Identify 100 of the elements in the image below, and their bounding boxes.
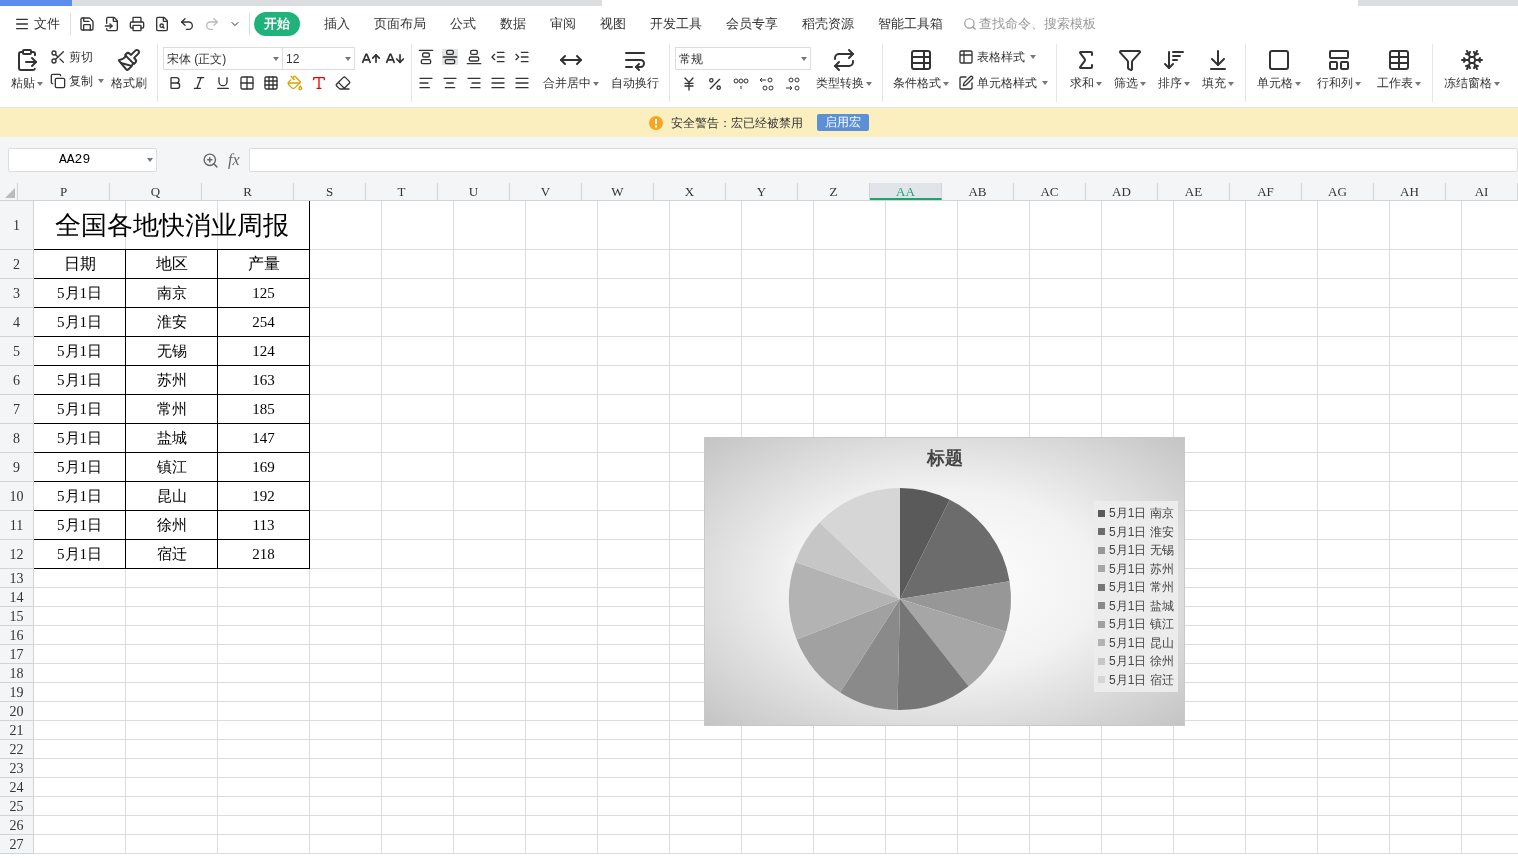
align-center-icon[interactable] xyxy=(442,75,458,91)
percent-icon[interactable] xyxy=(707,76,723,92)
column-header[interactable]: V xyxy=(510,183,582,200)
row-header[interactable]: 25 xyxy=(0,797,34,816)
column-header[interactable]: Q xyxy=(110,183,202,200)
italic-icon[interactable] xyxy=(191,75,207,91)
name-box[interactable]: AA29 xyxy=(8,148,157,172)
ribbon-button[interactable]: 求和 xyxy=(1065,44,1107,92)
column-header[interactable]: AE xyxy=(1158,183,1230,200)
search-field[interactable]: 查找命令、搜索模板 xyxy=(963,14,1109,34)
ribbon-button[interactable]: 排序 xyxy=(1153,44,1195,92)
ribbon-tab[interactable]: 稻壳资源 xyxy=(790,12,866,36)
column-header[interactable]: AC xyxy=(1014,183,1086,200)
row-header[interactable]: 10 xyxy=(0,482,34,511)
font-name-select[interactable]: 宋体 (正文) xyxy=(163,47,283,70)
formula-input[interactable] xyxy=(248,148,1518,172)
justify-icon[interactable] xyxy=(490,75,506,91)
column-header[interactable]: AB xyxy=(942,183,1014,200)
indent-decrease-icon[interactable] xyxy=(490,49,506,65)
print-icon[interactable] xyxy=(129,16,145,32)
ribbon-tab[interactable]: 视图 xyxy=(588,12,638,36)
align-right-icon[interactable] xyxy=(466,75,482,91)
save-icon[interactable] xyxy=(79,16,95,32)
row-header[interactable]: 13 xyxy=(0,569,34,588)
decimal-decrease-icon[interactable] xyxy=(785,76,801,92)
column-header[interactable]: W xyxy=(582,183,654,200)
row-header[interactable]: 19 xyxy=(0,683,34,702)
row-header[interactable]: 20 xyxy=(0,702,34,721)
ribbon-button[interactable]: 筛选 xyxy=(1109,44,1151,92)
row-header[interactable]: 12 xyxy=(0,540,34,569)
ribbon-tab[interactable]: 页面布局 xyxy=(362,12,438,36)
cell-style-button[interactable]: 单元格样式 xyxy=(958,74,1048,92)
ribbon-button[interactable]: 类型转换 xyxy=(811,44,877,92)
number-format-select[interactable]: 常规 xyxy=(675,47,811,70)
ribbon-button[interactable]: 单元格 xyxy=(1252,44,1306,92)
undo-icon[interactable] xyxy=(179,16,195,32)
align-middle-icon[interactable] xyxy=(442,49,458,65)
font-color-icon[interactable] xyxy=(311,75,327,91)
align-bottom-icon[interactable] xyxy=(466,49,482,65)
ribbon-tab[interactable]: 插入 xyxy=(312,12,362,36)
row-header[interactable]: 26 xyxy=(0,816,34,835)
row-header[interactable]: 24 xyxy=(0,778,34,797)
row-header[interactable]: 9 xyxy=(0,453,34,482)
table-style-button[interactable]: 表格样式 xyxy=(958,48,1048,66)
align-top-icon[interactable] xyxy=(418,49,434,65)
pie-chart[interactable]: 标题 5月1日 南京 5月1日 淮安 5月1日 无锡 5月1日 苏州 5月1日 常州 5月1日 盐城 5月1日 镇江 5月1日 昆山 5月1日 徐州 5月1日 宿迁 xyxy=(704,437,1185,726)
row-header[interactable]: 17 xyxy=(0,645,34,664)
row-header[interactable]: 8 xyxy=(0,424,34,453)
row-header[interactable]: 1 xyxy=(0,201,34,250)
column-header[interactable]: P xyxy=(18,183,110,200)
row-header[interactable]: 14 xyxy=(0,588,34,607)
function-label[interactable]: fx xyxy=(228,148,240,172)
row-header[interactable]: 15 xyxy=(0,607,34,626)
column-header[interactable]: AH xyxy=(1374,183,1446,200)
border-icon[interactable] xyxy=(239,75,255,91)
file-menu[interactable]: 文件 xyxy=(14,14,60,34)
eraser-icon[interactable] xyxy=(335,75,351,91)
column-header[interactable]: AF xyxy=(1230,183,1302,200)
fill-color-icon[interactable] xyxy=(287,75,303,91)
ribbon-button[interactable]: 行和列 xyxy=(1312,44,1366,92)
row-header[interactable]: 16 xyxy=(0,626,34,645)
ribbon-button[interactable]: 工作表 xyxy=(1372,44,1426,92)
row-header[interactable]: 7 xyxy=(0,395,34,424)
align-left-icon[interactable] xyxy=(418,75,434,91)
column-header[interactable]: Y xyxy=(726,183,798,200)
row-header[interactable]: 21 xyxy=(0,721,34,740)
pattern-icon[interactable] xyxy=(263,75,279,91)
distribute-icon[interactable] xyxy=(514,75,530,91)
currency-icon[interactable] xyxy=(681,76,697,92)
bold-icon[interactable] xyxy=(167,75,183,91)
zoom-icon[interactable] xyxy=(202,151,219,169)
column-header[interactable]: T xyxy=(366,183,438,200)
row-header[interactable]: 5 xyxy=(0,337,34,366)
column-header[interactable]: AG xyxy=(1302,183,1374,200)
ribbon-button[interactable]: 格式刷 xyxy=(106,44,152,92)
ribbon-tab[interactable]: 审阅 xyxy=(538,12,588,36)
row-header[interactable]: 11 xyxy=(0,511,34,540)
thousands-icon[interactable] xyxy=(733,77,749,91)
ribbon-tab[interactable]: 数据 xyxy=(488,12,538,36)
font-size-select[interactable]: 12 xyxy=(283,47,355,70)
ribbon-tab[interactable]: 会员专享 xyxy=(714,12,790,36)
row-header[interactable]: 2 xyxy=(0,250,34,279)
copy-button[interactable]: 复制 xyxy=(50,72,104,90)
print-preview-icon[interactable] xyxy=(154,16,170,32)
ribbon-tab[interactable]: 公式 xyxy=(438,12,488,36)
row-header[interactable]: 4 xyxy=(0,308,34,337)
column-header[interactable]: AI xyxy=(1446,183,1518,200)
column-header[interactable]: R xyxy=(202,183,294,200)
ribbon-tab[interactable]: 智能工具箱 xyxy=(866,12,955,36)
row-header[interactable]: 22 xyxy=(0,740,34,759)
ribbon-button[interactable]: 粘贴 xyxy=(6,44,48,92)
column-header[interactable]: U xyxy=(438,183,510,200)
ribbon-button[interactable]: 自动换行 xyxy=(606,44,664,92)
ribbon-tab[interactable]: 开发工具 xyxy=(638,12,714,36)
indent-increase-icon[interactable] xyxy=(514,49,530,65)
column-header[interactable]: S xyxy=(294,183,366,200)
row-header[interactable]: 3 xyxy=(0,279,34,308)
ribbon-button[interactable]: 合并居中 xyxy=(538,44,604,92)
row-header[interactable]: 23 xyxy=(0,759,34,778)
column-header[interactable]: X xyxy=(654,183,726,200)
